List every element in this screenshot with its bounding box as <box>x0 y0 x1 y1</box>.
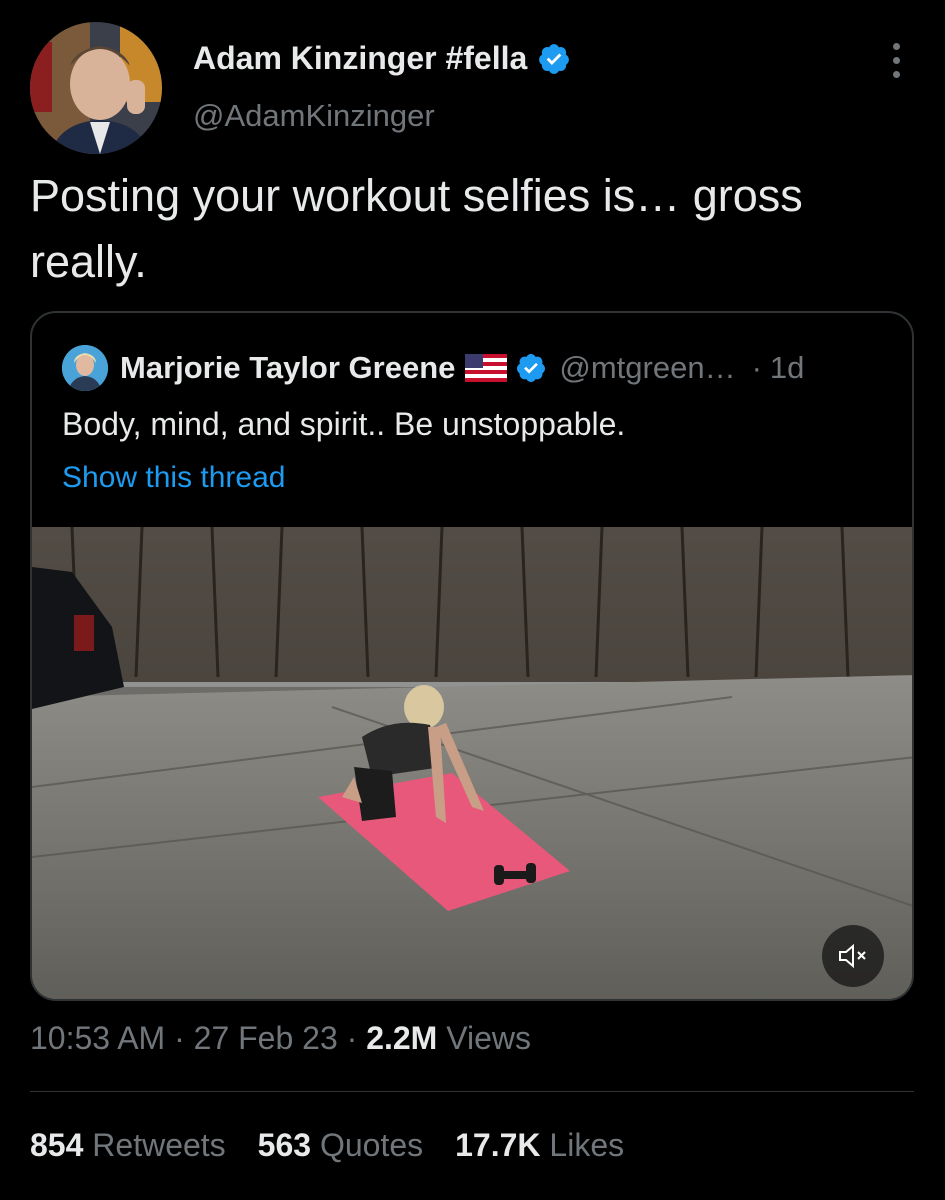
quotes-stat[interactable]: 563 Quotes <box>258 1127 423 1164</box>
tweet: Adam Kinzinger #fella @AdamKinzinger Pos… <box>0 0 945 1200</box>
speaker-muted-icon <box>839 943 866 969</box>
retweets-count: 854 <box>30 1127 84 1163</box>
author-avatar[interactable] <box>30 22 162 154</box>
retweets-label: Retweets <box>92 1127 226 1163</box>
quoted-video[interactable] <box>32 527 912 999</box>
tweet-time[interactable]: 10:53 AM <box>30 1020 165 1056</box>
author-name-text: Adam Kinzinger #fella <box>193 40 528 76</box>
quotes-count: 563 <box>257 1127 312 1163</box>
quoted-tweet-text: Body, mind, and spirit.. Be unstoppable. <box>62 406 626 442</box>
tweet-meta: 10:53 AM · 27 Feb 23 · 2.2M Views <box>30 1020 531 1057</box>
views-label: Views <box>446 1020 531 1056</box>
mute-toggle-button[interactable] <box>822 925 884 987</box>
engagement-stats: 854 Retweets 563 Quotes 17.7K Likes <box>30 1127 624 1164</box>
quoted-author-handle[interactable]: @mtgreen… <box>559 350 735 386</box>
quoted-tweet-header: Marjorie Taylor Greene @mtgreen… · 1d <box>62 345 804 391</box>
quoted-separator: · <box>751 350 762 385</box>
quoted-tweet[interactable]: Marjorie Taylor Greene @mtgreen… · 1d Bo… <box>30 311 914 1001</box>
quoted-author-avatar[interactable] <box>62 345 108 391</box>
show-thread-link[interactable]: Show this thread <box>62 461 285 495</box>
retweets-stat[interactable]: 854 Retweets <box>30 1127 226 1164</box>
more-options-icon[interactable] <box>878 38 914 82</box>
us-flag-icon <box>465 354 508 382</box>
tweet-date[interactable]: 27 Feb 23 <box>194 1020 338 1056</box>
meta-separator: · <box>174 1020 185 1056</box>
quoted-timestamp[interactable]: 1d <box>770 350 804 386</box>
quoted-author-name[interactable]: Marjorie Taylor Greene <box>120 350 455 386</box>
likes-label: Likes <box>549 1127 625 1163</box>
author-name[interactable]: Adam Kinzinger #fella <box>193 40 571 77</box>
divider <box>30 1091 914 1092</box>
views-count: 2.2M <box>366 1020 438 1056</box>
likes-count: 17.7K <box>455 1127 541 1163</box>
author-handle[interactable]: @AdamKinzinger <box>193 98 435 134</box>
meta-separator: · <box>346 1020 358 1056</box>
tweet-text: Posting your workout selfies is… gross r… <box>30 170 803 287</box>
likes-stat[interactable]: 17.7K Likes <box>455 1127 624 1164</box>
quoted-verified-badge-icon <box>517 354 546 382</box>
quotes-label: Quotes <box>319 1127 424 1163</box>
verified-badge-icon <box>539 43 570 74</box>
